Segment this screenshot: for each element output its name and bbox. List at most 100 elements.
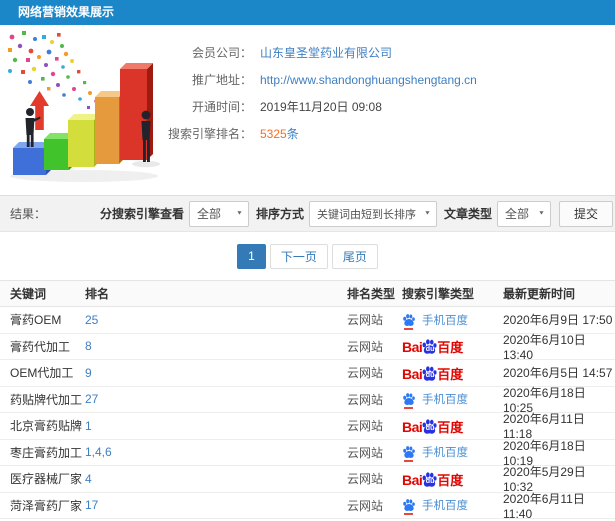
baidu-logo: Bai du 百度	[402, 339, 464, 356]
engine-cell: 手机百度	[402, 444, 503, 463]
engine-rank-value: 5325条	[260, 125, 299, 142]
rank-type-cell: 云网站	[347, 313, 384, 328]
baidu-paw-icon	[402, 445, 416, 463]
baidu-paw-icon: du	[421, 418, 438, 435]
keyword-cell: 北京膏药贴牌	[10, 419, 83, 434]
engine-cell: 手机百度	[402, 391, 503, 410]
result-label: 结果：	[10, 207, 47, 221]
update-time-cell: 2020年6月10日 13:40	[503, 332, 586, 362]
rank-link[interactable]: 4	[85, 472, 92, 486]
engine-view-select[interactable]: 全部 ▼	[188, 200, 249, 227]
filter-controls: 分搜索引擎查看 全部 ▼ 排序方式 关键词由短到长排序 ▼ 文章类型 全部 ▼ …	[93, 200, 613, 227]
company-label: 会员公司：	[191, 46, 252, 60]
article-type-select[interactable]: 全部 ▼	[496, 200, 551, 227]
baidu-paw-icon	[402, 313, 416, 330]
mobile-baidu-badge: 手机百度	[402, 391, 468, 410]
article-type-value: 全部	[504, 207, 529, 221]
keyword-cell: OEM代加工	[10, 366, 74, 381]
confetti-dots	[8, 31, 108, 120]
keyword-cell: 膏药代加工	[10, 339, 71, 354]
open-time-value: 2019年11月20日 09:08	[260, 100, 382, 114]
table-row: OEM代加工 9 云网站 Bai du 百度 2020年6月5日 14:57	[0, 360, 615, 387]
baidu-paw-icon: du	[421, 365, 438, 382]
sort-label: 排序方式	[255, 207, 304, 221]
promo-url-row: 推广地址： http://www.shandonghuangshengtang.…	[148, 66, 477, 93]
rank-link[interactable]: 1,4,6	[85, 445, 112, 459]
table-row: 枣庄膏药加工 1,4,6 云网站 手机百度 2020年6月18日 10:19	[0, 439, 615, 468]
pagination: 1 下一页 尾页	[0, 232, 615, 280]
page-1-button[interactable]: 1	[237, 243, 266, 269]
baidu-paw-icon: du	[421, 471, 438, 488]
keyword-cell: 医疗器械厂家	[10, 472, 83, 487]
engine-cell: Bai du 百度	[402, 471, 503, 487]
header-engine-type: 搜索引擎类型	[402, 287, 475, 301]
engine-label: 手机百度	[422, 500, 468, 513]
rank-type-cell: 云网站	[347, 366, 384, 381]
submit-button[interactable]: 提交	[558, 200, 613, 227]
last-page-button[interactable]: 尾页	[331, 243, 378, 269]
company-link[interactable]: 山东皇圣堂药业有限公司	[260, 44, 392, 61]
open-time-label: 开通时间：	[191, 100, 252, 114]
header-rank: 排名	[85, 287, 110, 301]
baidu-logo: Bai du 百度	[402, 365, 464, 382]
rank-link[interactable]: 8	[85, 339, 92, 353]
open-time-row: 开通时间： 2019年11月20日 09:08	[148, 93, 477, 120]
rank-link[interactable]: 27	[85, 392, 98, 406]
rank-type-cell: 云网站	[347, 392, 384, 407]
promo-url-label: 推广地址：	[191, 73, 252, 87]
engine-rank-row: 搜索引擎排名： 5325条	[148, 120, 477, 147]
engine-cell: Bai du 百度	[402, 365, 503, 381]
update-time-cell: 2020年6月9日 17:50	[503, 313, 613, 328]
baidu-logo: Bai du 百度	[402, 418, 464, 435]
update-time-cell: 2020年6月11日 11:40	[503, 491, 585, 521]
header-rank-type: 排名类型	[347, 287, 396, 301]
rank-type-cell: 云网站	[347, 419, 384, 434]
next-page-button[interactable]: 下一页	[269, 243, 328, 269]
engine-cell: 手机百度	[402, 497, 503, 516]
header-keyword: 关键词	[10, 287, 47, 301]
rank-link[interactable]: 9	[85, 366, 92, 380]
table-header: 关键词 排名 排名类型 搜索引擎类型 最新更新时间	[0, 280, 615, 307]
page-header: 网络营销效果展示	[0, 0, 615, 25]
results-table: 关键词 排名 排名类型 搜索引擎类型 最新更新时间 膏药OEM 25 云网站 手…	[0, 280, 615, 521]
company-row: 会员公司： 山东皇圣堂药业有限公司	[148, 39, 477, 66]
table-row: 菏泽膏药厂家 17 云网站 手机百度 2020年6月11日 11:40	[0, 491, 615, 521]
keyword-cell: 菏泽膏药厂家	[10, 498, 83, 513]
rank-type-cell: 云网站	[347, 339, 384, 354]
table-body: 膏药OEM 25 云网站 手机百度 2020年6月9日 17:50 膏药代加工 …	[0, 307, 615, 521]
sort-select[interactable]: 关键词由短到长排序 ▼	[308, 200, 437, 227]
engine-label: 手机百度	[422, 394, 468, 407]
keyword-cell: 枣庄膏药加工	[10, 445, 83, 460]
article-type-label: 文章类型	[443, 207, 492, 221]
engine-rank-label: 搜索引擎排名：	[167, 127, 252, 141]
caret-down-icon: ▼	[538, 210, 545, 217]
engine-label: 手机百度	[422, 447, 468, 460]
table-row: 医疗器械厂家 4 云网站 Bai du 百度 2020年5月29日 10:32	[0, 465, 615, 494]
hero-section: 会员公司： 山东皇圣堂药业有限公司 推广地址： http://www.shand…	[0, 25, 615, 195]
table-row: 药贴牌代加工 27 云网站 手机百度 2020年6月18日 10:25	[0, 386, 615, 415]
rank-link[interactable]: 17	[85, 498, 98, 512]
table-row: 膏药OEM 25 云网站 手机百度 2020年6月9日 17:50	[0, 307, 615, 334]
keyword-cell: 膏药OEM	[10, 313, 62, 328]
engine-view-label: 分搜索引擎查看	[99, 207, 184, 221]
update-time-cell: 2020年6月5日 14:57	[503, 366, 613, 381]
engine-label: 手机百度	[422, 314, 468, 327]
rank-link[interactable]: 25	[85, 313, 98, 327]
engine-view-value: 全部	[196, 207, 221, 221]
baidu-logo: Bai du 百度	[402, 471, 464, 488]
keyword-cell: 药贴牌代加工	[10, 392, 83, 407]
engine-cell: Bai du 百度	[402, 418, 503, 434]
table-row: 北京膏药贴牌 1 云网站 Bai du 百度 2020年6月11日 11:18	[0, 412, 615, 441]
rank-type-cell: 云网站	[347, 472, 384, 487]
rank-count: 5325	[260, 127, 287, 141]
engine-cell: 手机百度	[402, 312, 503, 330]
page-title: 网络营销效果展示	[18, 5, 115, 19]
member-info: 会员公司： 山东皇圣堂药业有限公司 推广地址： http://www.shand…	[148, 39, 477, 147]
rank-link[interactable]: 1	[85, 419, 92, 433]
rank-type-cell: 云网站	[347, 445, 384, 460]
engine-cell: Bai du 百度	[402, 338, 503, 354]
sort-value: 关键词由短到长排序	[316, 208, 416, 221]
baidu-paw-icon	[402, 498, 416, 516]
mobile-baidu-badge: 手机百度	[402, 312, 468, 330]
promo-url-link[interactable]: http://www.shandonghuangshengtang.cn	[260, 73, 477, 87]
